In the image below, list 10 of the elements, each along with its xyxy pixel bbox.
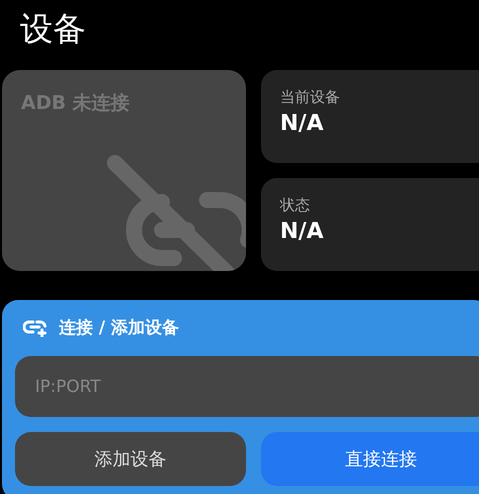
page-title: 设备 — [20, 8, 87, 50]
panel-title: 连接 / 添加设备 — [59, 317, 180, 339]
info-value: N/A — [280, 219, 324, 244]
info-value: N/A — [280, 111, 324, 136]
link-plus-icon — [23, 318, 47, 336]
info-label: 状态 — [280, 196, 311, 215]
info-label: 当前设备 — [280, 88, 341, 107]
add-device-button[interactable]: 添加设备 — [15, 432, 246, 486]
ip-input-field[interactable]: IP:PORT — [15, 356, 479, 417]
connect-button[interactable]: 直接连接 — [261, 432, 479, 486]
